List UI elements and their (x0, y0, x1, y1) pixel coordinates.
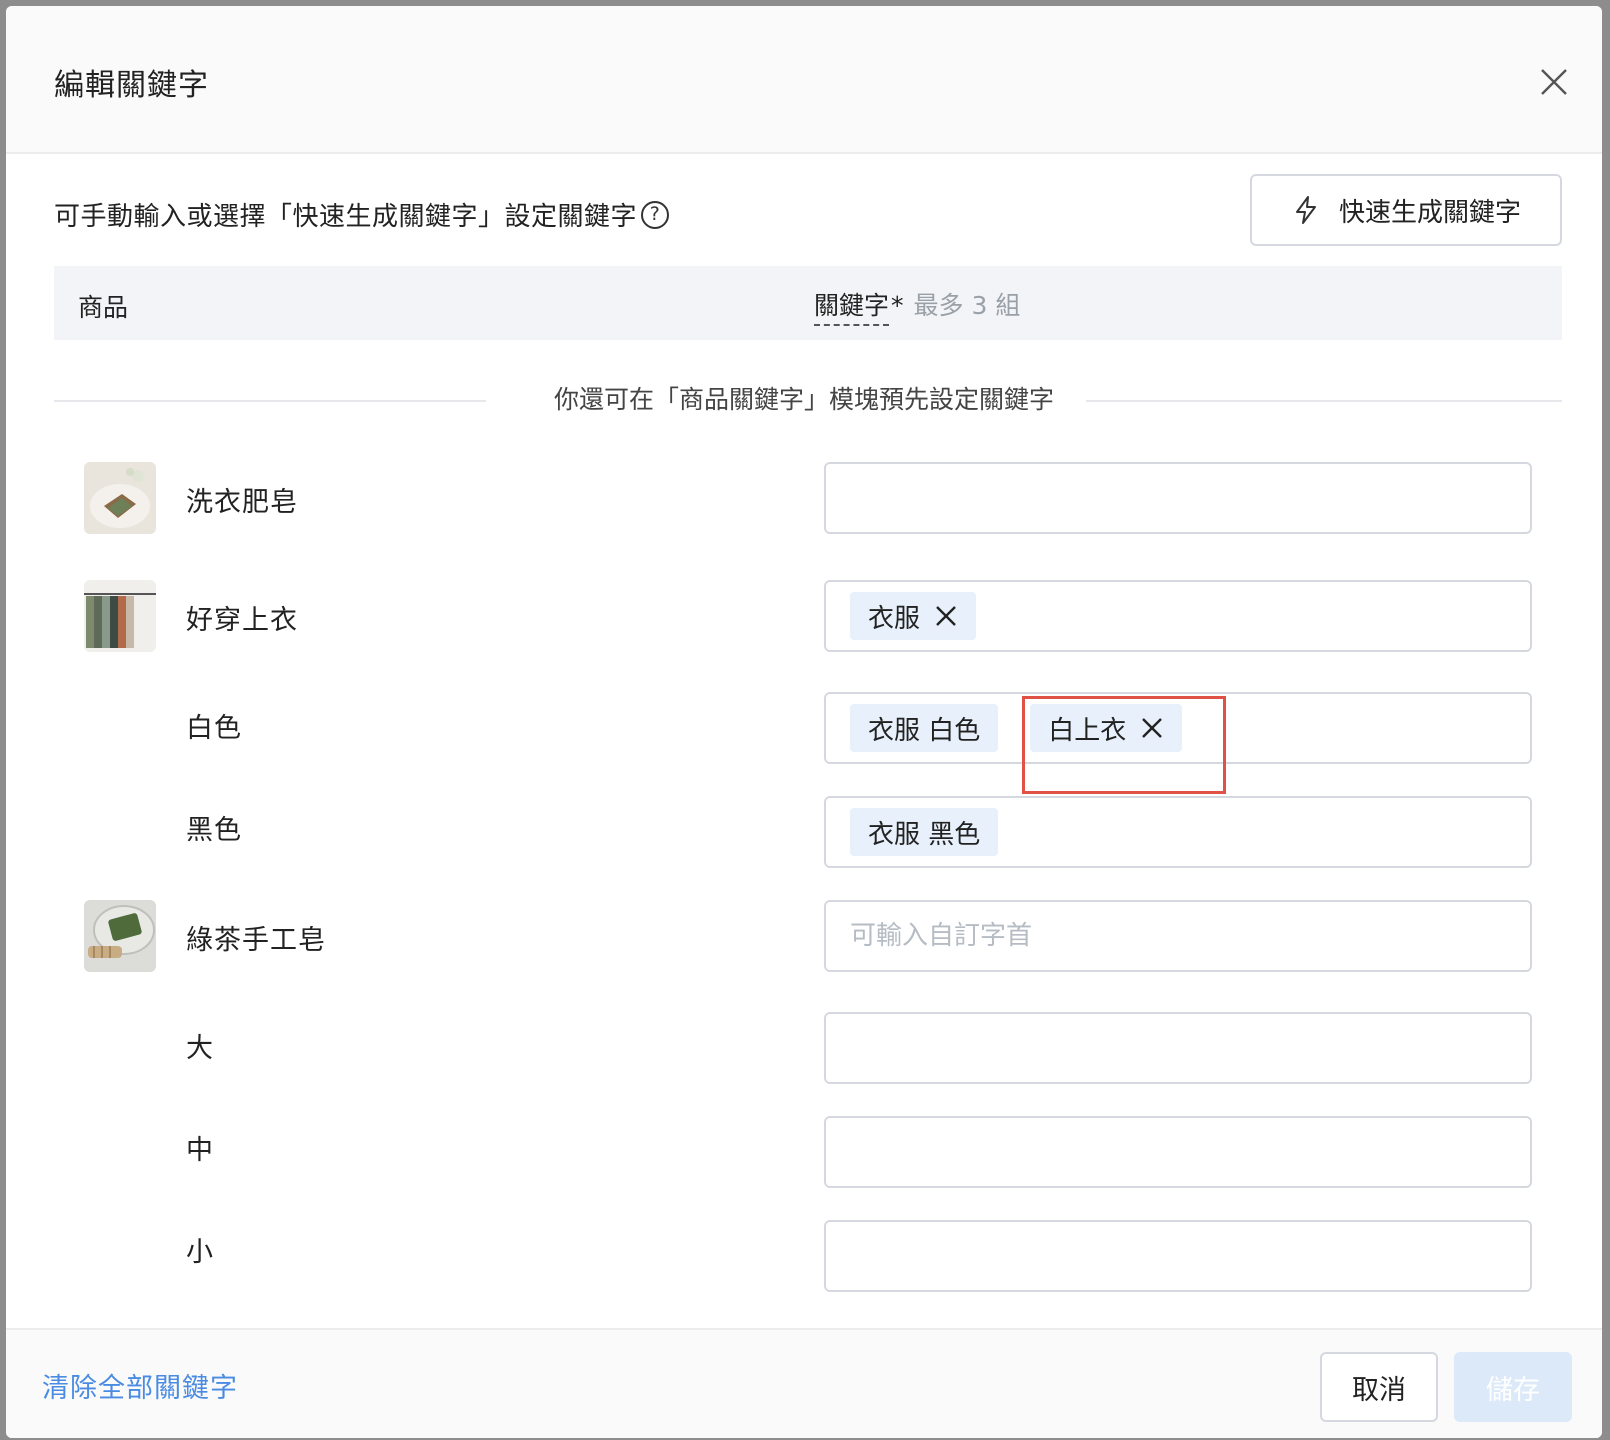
keyword-input[interactable] (850, 1118, 1530, 1186)
keyword-input-box[interactable] (824, 900, 1532, 972)
close-button[interactable] (1536, 64, 1572, 100)
required-mark: * (891, 291, 904, 320)
column-header-keyword: 關鍵字 * 最多 3 組 (814, 286, 1020, 326)
keyword-input[interactable] (850, 1014, 1530, 1082)
variant-name: 中 (186, 1135, 214, 1166)
keyword-tag-label: 衣服 白色 (868, 715, 981, 746)
variant-name: 白色 (186, 713, 242, 744)
product-name: 好穿上衣 (186, 605, 298, 636)
keyword-input-box[interactable] (824, 1116, 1532, 1188)
keyword-input[interactable] (850, 902, 1530, 970)
close-icon (1541, 69, 1567, 95)
keyword-input[interactable] (850, 464, 1530, 532)
keyword-max-hint: 最多 3 組 (913, 291, 1021, 320)
table-header: 商品 關鍵字 * 最多 3 組 (54, 266, 1562, 340)
keyword-input-box[interactable]: 衣服 黑色 (824, 796, 1532, 868)
divider-label: 你還可在「商品關鍵字」模塊預先設定關鍵字 (529, 385, 1078, 414)
keyword-label[interactable]: 關鍵字 (814, 286, 890, 326)
keyword-tag: 衣服 黑色 (850, 808, 999, 856)
clear-all-keywords-link[interactable]: 清除全部關鍵字 (42, 1366, 238, 1405)
product-thumbnail (84, 580, 156, 652)
help-circle-icon[interactable]: ? (641, 200, 670, 229)
edit-keywords-modal: 編輯關鍵字 可手動輸入或選擇「快速生成關鍵字」設定關鍵字 ? 快速生成關鍵字 商… (6, 6, 1602, 1438)
keyword-tag: 衣服 白色 (850, 704, 999, 752)
instruction-text: 可手動輸入或選擇「快速生成關鍵字」設定關鍵字 ? (54, 196, 670, 233)
variant-name: 大 (186, 1033, 214, 1064)
divider-text: 你還可在「商品關鍵字」模塊預先設定關鍵字 (6, 380, 1602, 416)
variant-name: 小 (186, 1237, 214, 1268)
keyword-input-box[interactable] (824, 1220, 1532, 1292)
help-glyph: ? (649, 203, 661, 225)
keyword-input-box[interactable] (824, 462, 1532, 534)
product-thumbnail (84, 462, 156, 534)
keyword-tag-label: 衣服 黑色 (868, 819, 981, 850)
lightning-icon (1295, 196, 1316, 224)
keyword-input-box[interactable] (824, 1012, 1532, 1084)
modal-footer: 清除全部關鍵字 取消 儲存 (6, 1328, 1602, 1438)
save-button[interactable]: 儲存 (1454, 1352, 1572, 1422)
keyword-tag: 衣服 (850, 592, 977, 640)
keyword-input[interactable] (850, 1222, 1530, 1290)
modal-header: 編輯關鍵字 (6, 6, 1602, 154)
instruction-label: 可手動輸入或選擇「快速生成關鍵字」設定關鍵字 (54, 202, 638, 232)
product-name: 綠茶手工皂 (186, 925, 326, 956)
column-header-product: 商品 (78, 293, 129, 322)
highlight-annotation (1022, 696, 1226, 794)
variant-name: 黑色 (186, 815, 242, 846)
quick-generate-label: 快速生成關鍵字 (1338, 197, 1521, 228)
product-name: 洗衣肥皂 (186, 487, 298, 518)
keyword-tag-label: 衣服 (868, 603, 921, 634)
x-icon[interactable] (934, 604, 958, 628)
quick-generate-button[interactable]: 快速生成關鍵字 (1250, 174, 1562, 246)
modal-title: 編輯關鍵字 (54, 68, 209, 103)
cancel-button[interactable]: 取消 (1320, 1352, 1438, 1422)
keyword-input-box[interactable]: 衣服 (824, 580, 1532, 652)
product-thumbnail (84, 900, 156, 972)
